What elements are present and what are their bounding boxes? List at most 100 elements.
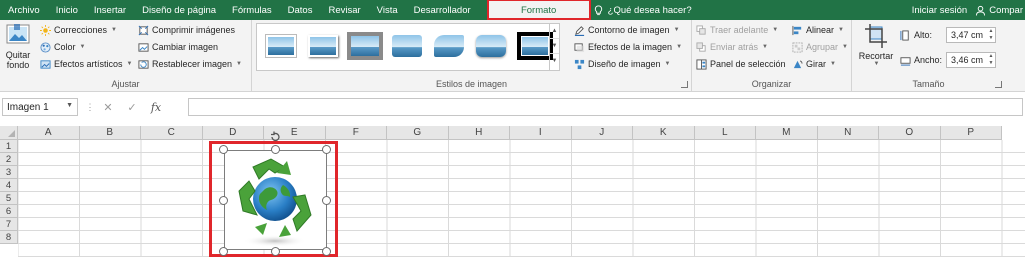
- style-thumb[interactable]: [389, 32, 425, 60]
- crop-button[interactable]: Recortar ▼: [858, 23, 894, 67]
- tab-diseno-pagina[interactable]: Diseño de página: [134, 0, 224, 20]
- tab-revisar[interactable]: Revisar: [320, 0, 368, 20]
- style-thumb[interactable]: [263, 32, 299, 60]
- bring-forward-button[interactable]: Traer adelante ▼: [696, 23, 778, 37]
- gallery-scroll[interactable]: ▲ ▼ ▼: [549, 24, 559, 70]
- rotate-handle-icon[interactable]: [270, 131, 281, 142]
- style-thumb[interactable]: [431, 32, 467, 60]
- tab-desarrollador[interactable]: Desarrollador: [406, 0, 489, 20]
- rotate-button[interactable]: Girar ▼: [792, 57, 836, 71]
- column-header[interactable]: H: [448, 126, 510, 140]
- group-ajustar: Quitar fondo Correcciones ▼ Color ▼ Efecto…: [0, 20, 252, 92]
- tab-vista[interactable]: Vista: [369, 0, 406, 20]
- enter-formula-icon[interactable]: ✓: [120, 101, 144, 114]
- size-dialog-launcher[interactable]: [995, 81, 1002, 88]
- align-button[interactable]: Alinear ▼: [792, 23, 844, 37]
- width-field[interactable]: 3,46 cm ▲ ▼: [946, 52, 996, 68]
- picture-effects-button[interactable]: Efectos de la imagen ▼: [574, 40, 682, 54]
- column-header[interactable]: I: [510, 126, 572, 140]
- tab-formato[interactable]: Formato: [486, 0, 591, 20]
- selection-pane-button[interactable]: Panel de selección: [696, 57, 786, 71]
- width-spinner[interactable]: ▲ ▼: [987, 53, 995, 67]
- column-header[interactable]: C: [141, 126, 203, 140]
- column-header[interactable]: J: [571, 126, 633, 140]
- resize-handle[interactable]: [271, 145, 280, 154]
- row-header[interactable]: 6: [0, 205, 18, 218]
- name-box[interactable]: Imagen 1 ▼: [2, 98, 78, 116]
- send-backward-button[interactable]: Enviar atrás ▼: [696, 40, 768, 54]
- resize-handle[interactable]: [271, 247, 280, 256]
- column-header[interactable]: N: [817, 126, 879, 140]
- tab-archivo[interactable]: Archivo: [0, 0, 48, 20]
- style-thumb[interactable]: [305, 32, 341, 60]
- picture-effects-icon: [574, 42, 585, 52]
- height-spinner[interactable]: ▲ ▼: [987, 28, 995, 42]
- name-box-dropdown-icon[interactable]: ▼: [66, 102, 73, 109]
- picture-border-label: Contorno de imagen: [588, 25, 670, 35]
- remove-background-button[interactable]: Quitar fondo: [2, 22, 34, 70]
- row-header[interactable]: 4: [0, 179, 18, 192]
- corrections-button[interactable]: Correcciones ▼: [40, 23, 117, 37]
- row-header[interactable]: 7: [0, 218, 18, 231]
- picture-border-button[interactable]: Contorno de imagen ▼: [574, 23, 680, 37]
- style-thumb[interactable]: [473, 32, 509, 60]
- row-header[interactable]: 2: [0, 153, 18, 166]
- column-header[interactable]: L: [694, 126, 756, 140]
- gallery-up-icon[interactable]: ▲: [550, 24, 559, 39]
- resize-handle[interactable]: [219, 247, 228, 256]
- share-button[interactable]: Compar: [975, 5, 1023, 16]
- formula-input[interactable]: [188, 98, 1023, 116]
- resize-handle[interactable]: [219, 145, 228, 154]
- picture-layout-button[interactable]: Diseño de imagen ▼: [574, 57, 671, 71]
- select-all-button[interactable]: [0, 126, 18, 140]
- styles-dialog-launcher[interactable]: [681, 81, 688, 88]
- change-picture-button[interactable]: Cambiar imagen: [138, 40, 218, 54]
- row-header[interactable]: 5: [0, 192, 18, 205]
- tab-inicio[interactable]: Inicio: [48, 0, 86, 20]
- group-icon: [792, 41, 803, 53]
- resize-handle[interactable]: [322, 247, 331, 256]
- column-header[interactable]: D: [202, 126, 264, 140]
- insert-function-icon[interactable]: fx: [144, 101, 168, 114]
- tab-insertar[interactable]: Insertar: [86, 0, 134, 20]
- row-header[interactable]: 8: [0, 231, 18, 244]
- column-header[interactable]: M: [756, 126, 818, 140]
- column-header[interactable]: B: [79, 126, 141, 140]
- more-options-icon: ⋮: [85, 101, 95, 112]
- column-header[interactable]: F: [325, 126, 387, 140]
- gallery-more-icon[interactable]: ▼: [550, 54, 559, 69]
- group-objects-button[interactable]: Agrupar ▼: [792, 40, 848, 54]
- row-header[interactable]: 3: [0, 166, 18, 179]
- change-picture-icon: [138, 42, 149, 52]
- tab-datos[interactable]: Datos: [280, 0, 321, 20]
- resize-handle[interactable]: [322, 196, 331, 205]
- resize-handle[interactable]: [322, 145, 331, 154]
- column-header[interactable]: G: [387, 126, 449, 140]
- tab-formulas[interactable]: Fórmulas: [224, 0, 280, 20]
- reset-picture-icon: [138, 59, 149, 69]
- group-tamano: Recortar ▼ Alto: 3,47 cm ▲ ▼ Ancho: 3,46 …: [852, 20, 1005, 92]
- column-header[interactable]: O: [879, 126, 941, 140]
- row-header[interactable]: 1: [0, 140, 18, 153]
- color-button[interactable]: Color ▼: [40, 40, 85, 54]
- reset-picture-button[interactable]: Restablecer imagen ▼: [138, 57, 242, 71]
- worksheet-grid[interactable]: ABCDEFGHIJKLMNOP 12345678: [0, 126, 1025, 257]
- style-thumb[interactable]: [347, 32, 383, 60]
- width-icon: [900, 56, 911, 66]
- height-field[interactable]: 3,47 cm ▲ ▼: [946, 27, 996, 43]
- compress-pictures-button[interactable]: Comprimir imágenes: [138, 23, 235, 37]
- selected-picture[interactable]: [224, 150, 327, 250]
- change-picture-label: Cambiar imagen: [152, 42, 219, 52]
- column-header[interactable]: A: [18, 126, 80, 140]
- style-thumb-selected[interactable]: [517, 32, 553, 60]
- tell-me-box[interactable]: ¿Qué desea hacer?: [593, 5, 692, 16]
- column-header[interactable]: K: [633, 126, 695, 140]
- artistic-effects-button[interactable]: Efectos artísticos ▼: [40, 57, 132, 71]
- sign-in-link[interactable]: Iniciar sesión: [912, 5, 967, 16]
- resize-handle[interactable]: [219, 196, 228, 205]
- cancel-formula-icon[interactable]: ✕: [96, 101, 120, 114]
- gallery-down-icon[interactable]: ▼: [550, 39, 559, 54]
- sun-icon: [40, 24, 51, 36]
- column-header[interactable]: P: [940, 126, 1002, 140]
- bring-forward-icon: [696, 24, 706, 35]
